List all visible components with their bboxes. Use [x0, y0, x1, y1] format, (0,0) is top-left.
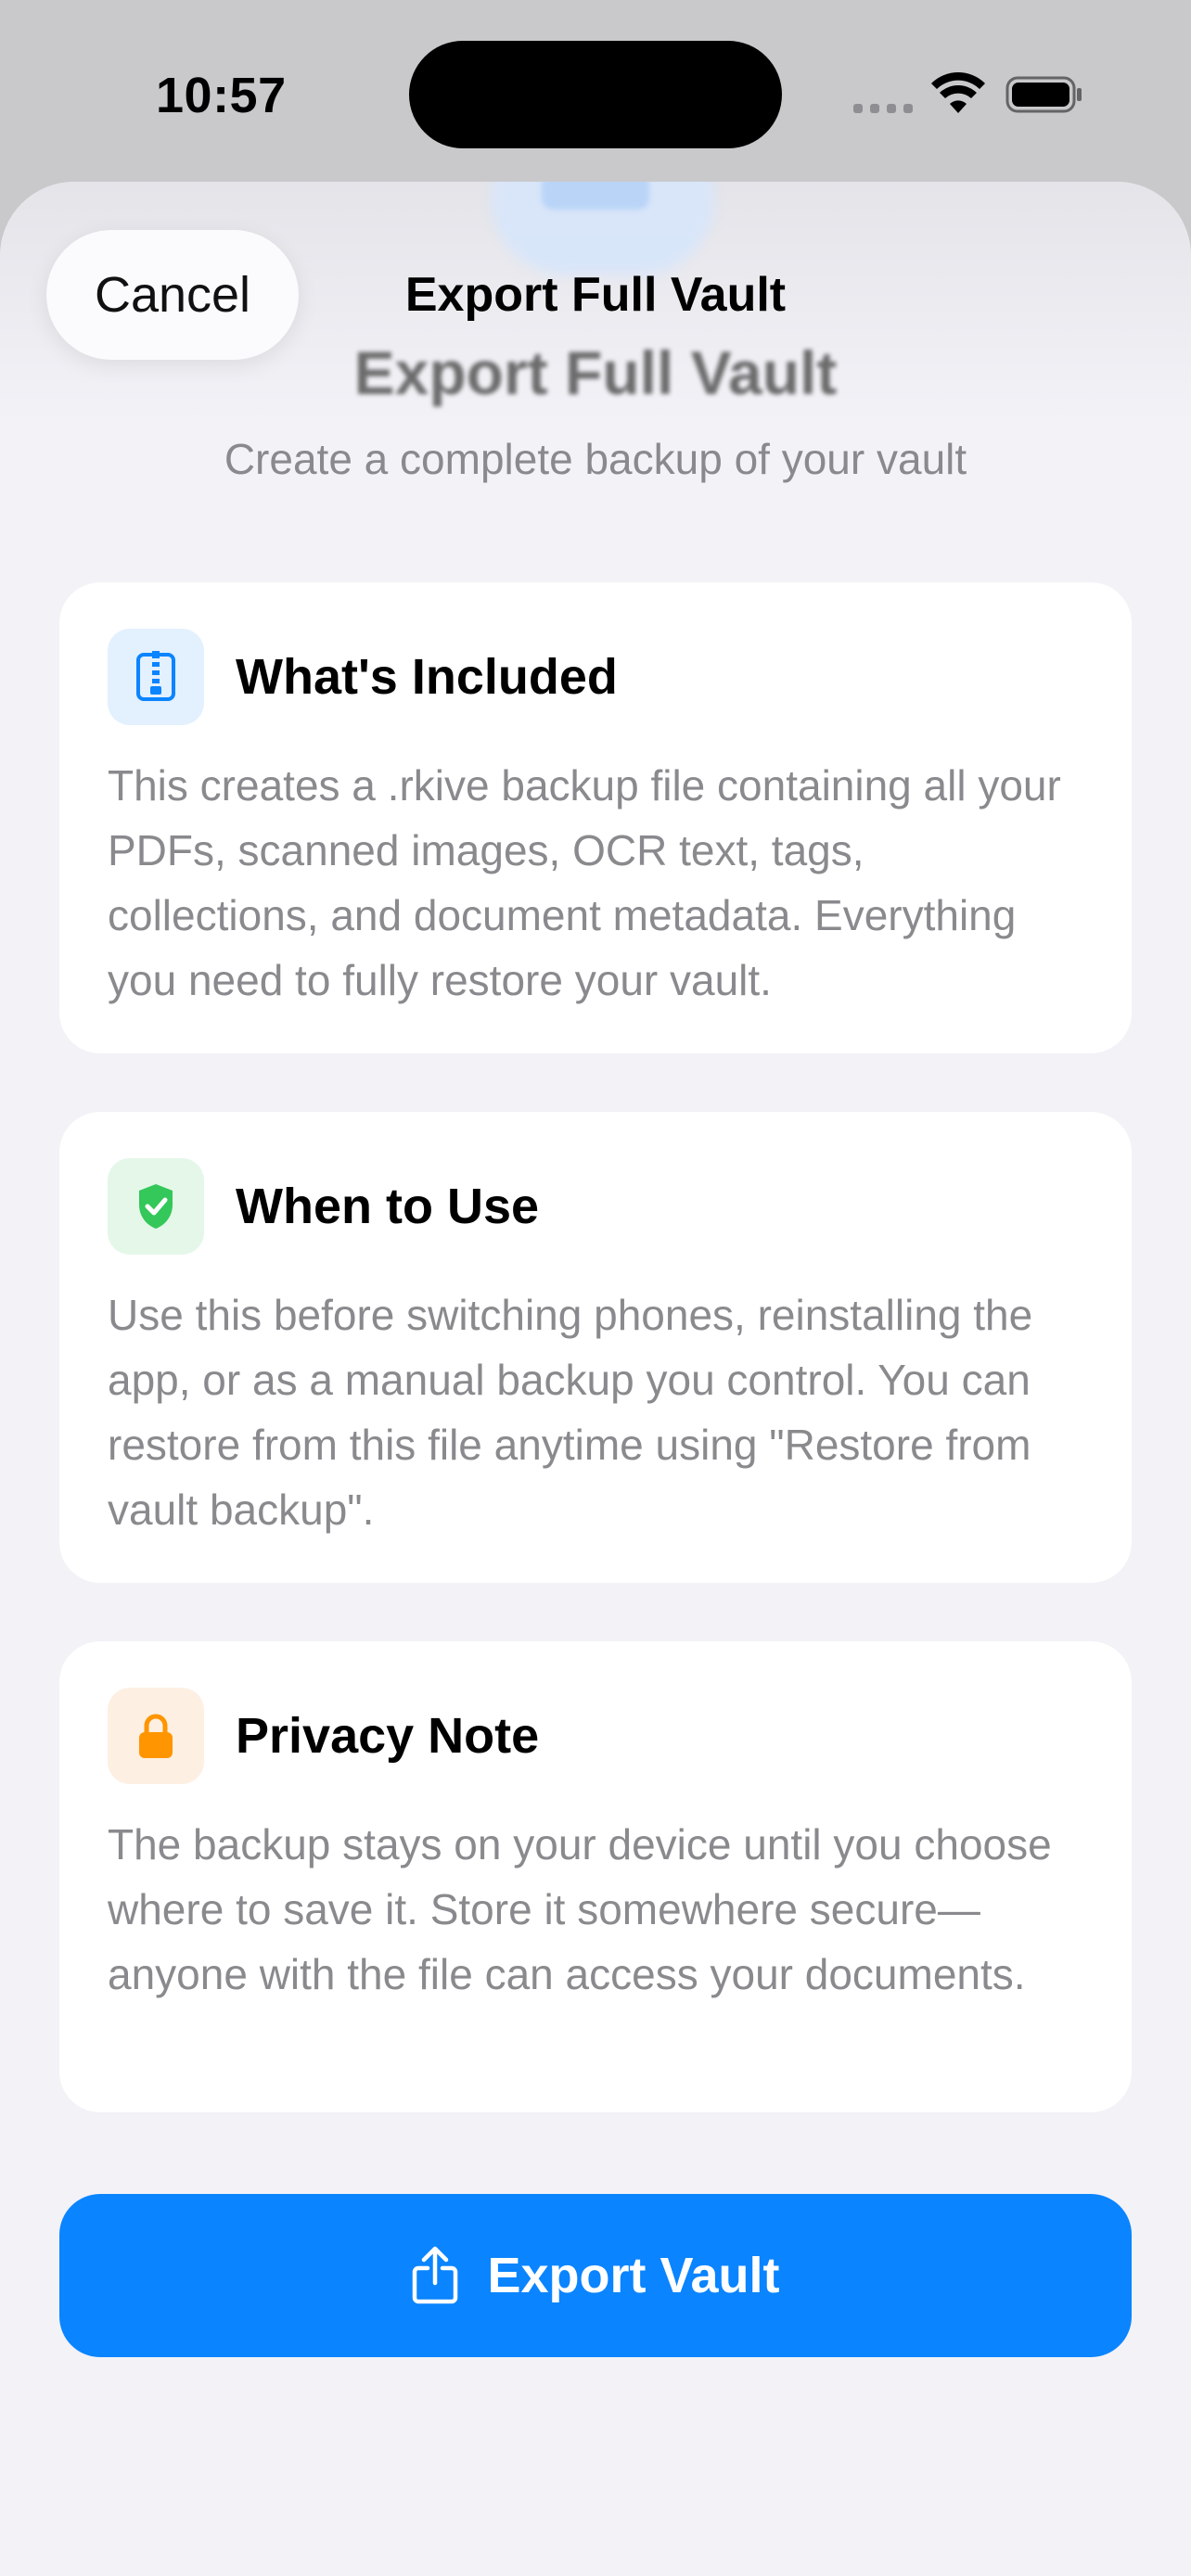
share-icon — [413, 2246, 458, 2304]
card-title: When to Use — [236, 1179, 540, 1234]
nav-title: Export Full Vault — [404, 268, 787, 322]
shield-check-icon — [108, 1158, 204, 1255]
export-vault-label: Export Vault — [487, 2248, 780, 2303]
info-card-whats-included: What's Included This creates a .rkive ba… — [59, 582, 1132, 1053]
card-title: What's Included — [236, 649, 618, 705]
export-sheet: Cancel Export Full Vault Export Full Vau… — [0, 182, 1191, 2576]
status-time: 10:57 — [156, 68, 287, 123]
info-card-when-to-use: When to Use Use this before switching ph… — [59, 1112, 1132, 1583]
card-body: The backup stays on your device until yo… — [108, 1820, 1052, 1998]
card-body: Use this before switching phones, reinst… — [108, 1291, 1033, 1534]
cellular-signal-icon — [853, 104, 913, 113]
wifi-icon — [931, 72, 985, 113]
export-vault-button[interactable]: Export Vault — [59, 2194, 1132, 2357]
battery-icon — [1005, 76, 1082, 113]
page-title: Export Full Vault — [353, 338, 838, 407]
lock-icon — [108, 1688, 204, 1784]
status-bar: 10:57 — [0, 0, 1191, 185]
info-card-privacy-note: Privacy Note The backup stays on your de… — [59, 1641, 1132, 2112]
zip-file-icon — [108, 629, 204, 725]
dynamic-island — [409, 41, 782, 148]
card-title: Privacy Note — [236, 1708, 540, 1764]
page-subtitle: Create a complete backup of your vault — [224, 435, 967, 483]
card-body: This creates a .rkive backup file contai… — [108, 761, 1061, 1004]
